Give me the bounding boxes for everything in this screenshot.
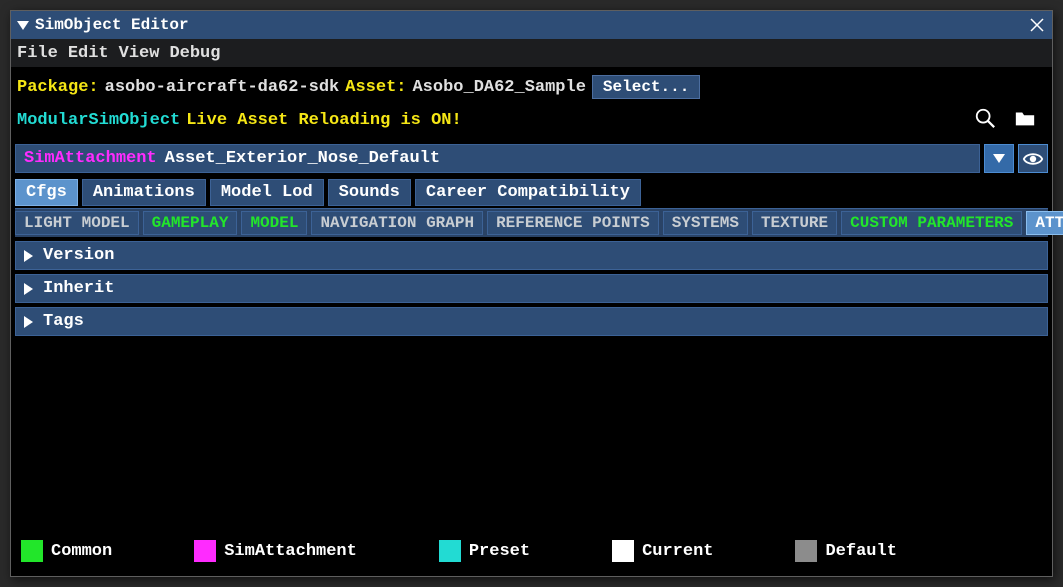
tab-career-compat[interactable]: Career Compatibility [415,179,641,206]
swatch-default [795,540,817,562]
legend: Common SimAttachment Preset Current Defa… [15,532,1048,572]
expand-icon [24,316,33,328]
legend-simattachment: SimAttachment [194,540,357,562]
menu-file[interactable]: File [17,44,58,63]
swatch-current [612,540,634,562]
legend-label: Common [51,542,112,561]
selected-asset-type: SimAttachment [24,149,157,168]
cat-custom-parameters[interactable]: CUSTOM PARAMETERS [841,211,1022,235]
eye-icon [1022,148,1044,170]
cat-attachment[interactable]: ATTACHMENT [1026,211,1063,235]
editor-window: SimObject Editor File Edit View Debug Pa… [10,10,1053,577]
cat-texture[interactable]: TEXTURE [752,211,837,235]
selected-asset-name: Asset_Exterior_Nose_Default [165,149,440,168]
collapse-window-icon[interactable] [17,21,29,30]
section-label: Tags [43,312,84,331]
package-label: Package: [17,78,99,97]
menu-debug[interactable]: Debug [169,44,220,63]
main-tabs: Cfgs Animations Model Lod Sounds Career … [15,177,1048,208]
selected-asset-bar: SimAttachment Asset_Exterior_Nose_Defaul… [15,144,1048,173]
package-row: Package: asobo-aircraft-da62-sdk Asset: … [15,71,1048,103]
status-row: ModularSimObject Live Asset Reloading is… [15,103,1048,144]
chevron-down-icon [993,154,1005,163]
section-tags[interactable]: Tags [15,307,1048,336]
cat-gameplay[interactable]: GAMEPLAY [143,211,238,235]
legend-current: Current [612,540,713,562]
menu-bar: File Edit View Debug [11,39,1052,67]
cat-reference-points[interactable]: REFERENCE POINTS [487,211,659,235]
menu-edit[interactable]: Edit [68,44,109,63]
close-button[interactable] [1028,16,1046,34]
section-version[interactable]: Version [15,241,1048,270]
section-label: Version [43,246,114,265]
legend-label: Current [642,542,713,561]
cat-light-model[interactable]: LIGHT MODEL [15,211,139,235]
selected-asset-field[interactable]: SimAttachment Asset_Exterior_Nose_Defaul… [15,144,980,173]
sections: Version Inherit Tags [15,241,1048,336]
legend-label: Preset [469,542,530,561]
asset-label: Asset: [345,78,406,97]
tab-animations[interactable]: Animations [82,179,206,206]
section-label: Inherit [43,279,114,298]
window-title: SimObject Editor [35,16,189,34]
swatch-common [21,540,43,562]
cat-systems[interactable]: SYSTEMS [663,211,748,235]
expand-icon [24,250,33,262]
folder-icon[interactable] [1014,107,1036,134]
cat-model[interactable]: MODEL [241,211,307,235]
asset-dropdown-button[interactable] [984,144,1014,173]
status-prefix: ModularSimObject [17,111,180,130]
select-asset-button[interactable]: Select... [592,75,700,99]
section-inherit[interactable]: Inherit [15,274,1048,303]
tab-cfgs[interactable]: Cfgs [15,179,78,206]
tab-model-lod[interactable]: Model Lod [210,179,324,206]
menu-view[interactable]: View [119,44,160,63]
tab-sounds[interactable]: Sounds [328,179,411,206]
legend-common: Common [21,540,112,562]
status-message: Live Asset Reloading is ON! [186,111,461,130]
package-value: asobo-aircraft-da62-sdk [105,78,340,97]
swatch-simattachment [194,540,216,562]
expand-icon [24,283,33,295]
legend-preset: Preset [439,540,530,562]
legend-default: Default [795,540,896,562]
legend-label: Default [825,542,896,561]
cat-navigation-graph[interactable]: NAVIGATION GRAPH [311,211,483,235]
search-icon[interactable] [974,107,996,134]
asset-value: Asobo_DA62_Sample [412,78,585,97]
title-bar: SimObject Editor [11,11,1052,39]
asset-visibility-button[interactable] [1018,144,1048,173]
legend-label: SimAttachment [224,542,357,561]
swatch-preset [439,540,461,562]
category-tabs: LIGHT MODEL GAMEPLAY MODEL NAVIGATION GR… [15,208,1048,237]
